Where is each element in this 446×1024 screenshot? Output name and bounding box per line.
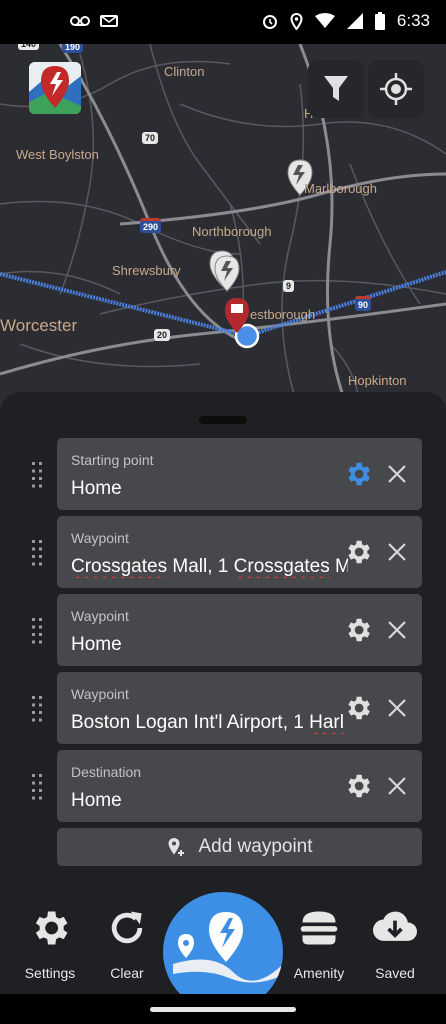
burger-icon	[300, 911, 338, 945]
map-label-northborough: Northborough	[192, 224, 272, 239]
route-stop-card[interactable]: Waypoint Boston Logan Int'l Airport, 1 H…	[57, 672, 422, 744]
wifi-icon	[314, 13, 335, 28]
battery-icon	[374, 12, 385, 30]
close-icon[interactable]	[385, 462, 409, 486]
address-text: Boston Logan Int'l Airport, 1	[71, 712, 310, 733]
add-waypoint-button[interactable]: Add waypoint	[57, 828, 422, 866]
route-stop-card[interactable]: Destination Home	[57, 750, 422, 822]
stop-type-label: Destination	[71, 764, 142, 780]
sheet-drag-handle[interactable]	[199, 416, 247, 424]
nav-saved[interactable]: Saved	[355, 906, 435, 986]
app-logo-icon	[29, 62, 81, 114]
drag-handle-icon[interactable]	[30, 460, 44, 490]
stop-type-label: Waypoint	[71, 608, 129, 624]
gear-icon[interactable]	[343, 771, 373, 801]
route-shield: 70	[142, 132, 159, 144]
stop-address[interactable]: Crossgates Mall, 1 Crossgates M	[71, 556, 348, 578]
close-icon[interactable]	[385, 618, 409, 642]
crosshair-icon	[380, 73, 412, 105]
route-stop-row: Waypoint Crossgates Mall, 1 Crossgates M	[0, 516, 446, 588]
address-text: Mall, 1	[167, 556, 234, 577]
drag-handle-icon[interactable]	[30, 694, 44, 724]
drag-handle-icon[interactable]	[30, 616, 44, 646]
gear-icon[interactable]	[343, 693, 373, 723]
bottom-nav: Settings Clear Amenity Saved	[0, 892, 446, 1012]
route-stop-card[interactable]: Starting point Home	[57, 438, 422, 510]
system-icons: 6:33	[262, 11, 430, 31]
drag-handle-icon[interactable]	[30, 538, 44, 568]
gesture-bar	[0, 994, 446, 1024]
interstate-shield: 90	[355, 296, 372, 311]
notification-icons	[70, 14, 118, 28]
filter-icon	[324, 76, 348, 101]
map-label-shrewsbury: Shrewsbury	[112, 263, 181, 278]
route-stop-row: Waypoint Home	[0, 594, 446, 666]
status-bar: 6:33	[0, 0, 446, 44]
route-stop-row: Destination Home	[0, 750, 446, 822]
add-location-icon	[168, 838, 185, 856]
map-label-westborough: estborough	[250, 307, 316, 322]
voicemail-icon	[70, 16, 90, 26]
close-icon[interactable]	[385, 774, 409, 798]
map-label-clinton: Clinton	[164, 64, 205, 79]
locate-me-button[interactable]	[368, 60, 424, 118]
clock: 6:33	[396, 11, 430, 30]
address-text: Crossgates	[71, 556, 168, 577]
stop-address[interactable]: Boston Logan Int'l Airport, 1 Harl	[71, 712, 348, 734]
map-label-marlborough: Marlborough	[304, 181, 377, 196]
refresh-icon	[111, 911, 143, 944]
address-text: Crossgates	[233, 556, 330, 577]
nav-settings[interactable]: Settings	[10, 906, 90, 986]
address-text: Home	[71, 478, 122, 499]
address-text: Home	[71, 790, 122, 811]
map-label-worcester: Worcester	[0, 316, 78, 335]
gear-icon[interactable]	[343, 459, 373, 489]
gear-icon[interactable]	[343, 537, 373, 567]
nav-clear-label: Clear	[110, 965, 144, 981]
close-icon[interactable]	[385, 696, 409, 720]
map-label-hopkinton: Hopkinton	[348, 373, 407, 388]
alarm-icon	[262, 15, 277, 29]
address-text: Harl	[309, 712, 344, 733]
nav-amenity[interactable]: Amenity	[279, 906, 359, 986]
route-stop-row: Waypoint Boston Logan Int'l Airport, 1 H…	[0, 672, 446, 744]
location-icon	[290, 12, 303, 30]
signal-icon	[346, 13, 363, 29]
route-shield: 140	[18, 44, 40, 50]
gear-icon	[35, 911, 68, 945]
filter-button[interactable]	[308, 60, 364, 118]
interstate-shield: 290	[140, 218, 162, 233]
interstate-shield: 190	[62, 44, 84, 53]
gear-icon[interactable]	[343, 615, 373, 645]
drag-handle-icon[interactable]	[30, 772, 44, 802]
route-stop-card[interactable]: Waypoint Home	[57, 594, 422, 666]
close-icon[interactable]	[385, 540, 409, 564]
stop-type-label: Waypoint	[71, 530, 129, 546]
message-off-icon	[100, 15, 118, 27]
cloud-download-icon	[372, 911, 417, 941]
home-indicator[interactable]	[150, 1007, 296, 1012]
route-stop-card[interactable]: Waypoint Crossgates Mall, 1 Crossgates M	[57, 516, 422, 588]
nav-saved-label: Saved	[375, 965, 415, 981]
stop-address[interactable]: Home	[71, 790, 348, 812]
stop-address[interactable]: Home	[71, 478, 348, 500]
map-label-west-boylston: West Boylston	[16, 147, 99, 162]
route-shield: 9	[283, 280, 295, 292]
nav-settings-label: Settings	[24, 965, 76, 981]
add-waypoint-label: Add waypoint	[198, 836, 313, 857]
stop-type-label: Waypoint	[71, 686, 129, 702]
route-panel: Starting point Home Waypoint Crossgates …	[0, 392, 446, 897]
route-stop-row: Starting point Home	[0, 438, 446, 510]
nav-clear[interactable]: Clear	[87, 906, 167, 986]
stop-type-label: Starting point	[71, 452, 154, 468]
route-shield: 20	[154, 329, 171, 341]
nav-amenity-label: Amenity	[293, 965, 345, 981]
app-logo[interactable]	[29, 62, 81, 114]
stop-address[interactable]: Home	[71, 634, 348, 656]
address-text: Home	[71, 634, 122, 655]
